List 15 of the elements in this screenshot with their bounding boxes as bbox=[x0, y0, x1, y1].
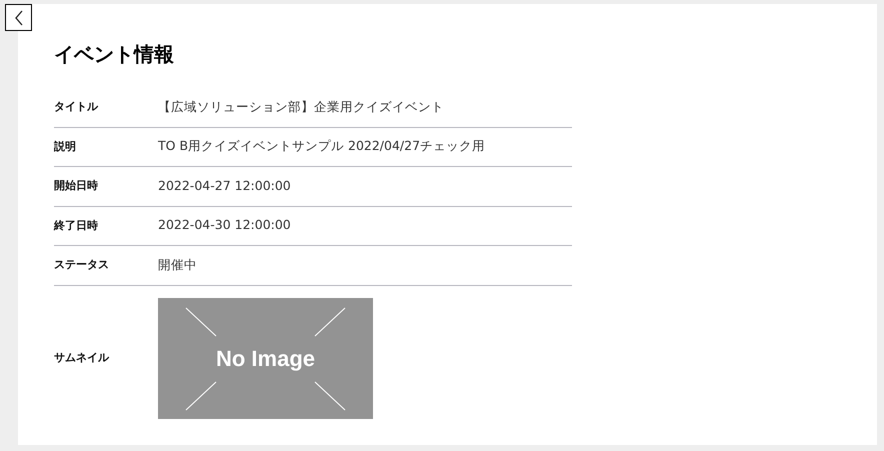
field-label: 開始日時 bbox=[54, 178, 99, 194]
field-value: 【広域ソリューション部】企業用クイズイベント bbox=[158, 98, 444, 116]
placeholder-text: No Image bbox=[216, 344, 316, 373]
field-label: タイトル bbox=[54, 99, 99, 115]
field-label: 終了日時 bbox=[54, 218, 99, 234]
page-title: イベント情報 bbox=[54, 41, 175, 68]
field-value: TO B用クイズイベントサンプル 2022/04/27チェック用 bbox=[158, 137, 486, 156]
field-label: サムネイル bbox=[54, 350, 110, 366]
field-label: 説明 bbox=[54, 138, 77, 154]
field-label: ステータス bbox=[54, 257, 110, 273]
back-button[interactable] bbox=[5, 4, 32, 31]
back-icon bbox=[14, 10, 24, 26]
field-value: 2022-04-30 12:00:00 bbox=[158, 216, 291, 234]
field-value: 2022-04-27 12:00:00 bbox=[158, 176, 291, 195]
field-value: 開催中 bbox=[158, 256, 197, 274]
